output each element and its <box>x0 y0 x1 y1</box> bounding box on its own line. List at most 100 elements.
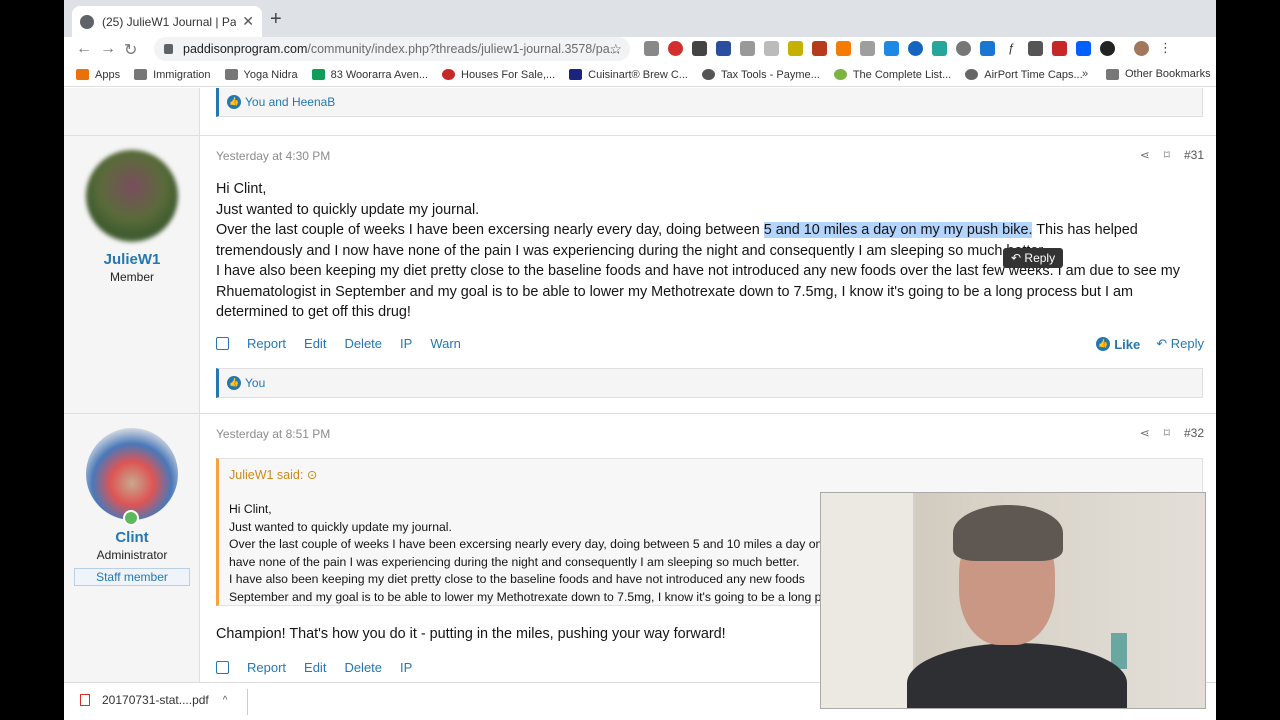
coffee-extension-icon[interactable] <box>812 41 827 56</box>
report-link[interactable]: Report <box>247 336 286 351</box>
thumbs-up-icon: 👍 <box>227 94 241 109</box>
apple-favicon-icon <box>965 69 979 80</box>
bookmark-icon[interactable]: ⌑ <box>1164 426 1170 440</box>
webcam-presenter <box>953 505 1063 561</box>
reply-tooltip[interactable]: ↶ Reply <box>1003 248 1064 268</box>
reply-button[interactable]: ↶ Reply <box>1156 336 1204 352</box>
houses-favicon-icon <box>442 69 456 80</box>
forward-arrow-icon[interactable]: → <box>100 40 116 58</box>
reload-icon[interactable]: ↻ <box>124 40 137 60</box>
post-actions: Report Edit Delete IP Warn <box>216 336 479 351</box>
download-item[interactable]: 20170731-stat....pdf ^ <box>80 693 227 707</box>
bookmark-woorarra[interactable]: 83 Woorarra Aven... <box>311 69 428 81</box>
extension-icons: ƒ ⋮ <box>644 41 1173 56</box>
bookmark-apps[interactable]: Apps <box>76 69 120 81</box>
bookmark-cuisinart[interactable]: Cuisinart® Brew C... <box>569 69 688 81</box>
webcam-presenter <box>907 643 1127 708</box>
close-tab-icon[interactable]: ✕ <box>242 13 254 30</box>
wing-extension-icon[interactable] <box>884 41 899 56</box>
avatar[interactable] <box>86 428 178 520</box>
delete-link[interactable]: Delete <box>344 660 382 675</box>
window-extension-icon[interactable] <box>692 41 707 56</box>
ip-link[interactable]: IP <box>400 336 412 351</box>
menu-kebab-icon[interactable]: ⋮ <box>1158 41 1173 56</box>
bookmark-icon[interactable]: ⌑ <box>1164 148 1170 162</box>
leaf-favicon-icon <box>833 69 847 80</box>
profile-avatar-icon[interactable] <box>1134 41 1149 56</box>
bookmark-immigration[interactable]: Immigration <box>134 69 211 81</box>
gear-extension-icon[interactable] <box>956 41 971 56</box>
bookmark-airport[interactable]: AirPort Time Caps... <box>965 69 1083 81</box>
user-panel <box>64 88 200 135</box>
four-extension-icon[interactable] <box>1052 41 1067 56</box>
new-tab-button[interactable]: + <box>270 8 282 31</box>
code-extension-icon[interactable] <box>860 41 875 56</box>
divider <box>247 689 248 715</box>
report-link[interactable]: Report <box>247 660 286 675</box>
select-checkbox[interactable] <box>216 337 229 350</box>
dropbox-extension-icon[interactable] <box>1076 41 1091 56</box>
share-icon[interactable]: ⋖ <box>1140 426 1150 440</box>
edit-link[interactable]: Edit <box>304 336 326 351</box>
tab-title: (25) JulieW1 Journal | Page 2 | <box>102 14 237 29</box>
previous-post: 👍 You and HeenaB <box>64 88 1216 135</box>
post-number[interactable]: #31 <box>1184 148 1204 162</box>
b-favicon-icon <box>569 69 583 80</box>
post-number[interactable]: #32 <box>1184 426 1204 440</box>
dark-extension-icon[interactable] <box>1100 41 1115 56</box>
bookmark-tax-tools[interactable]: Tax Tools - Payme... <box>701 69 820 81</box>
w-extension-icon[interactable] <box>1028 41 1043 56</box>
jump-up-icon[interactable]: ⊙ <box>307 468 317 482</box>
reply-arrow-icon: ↶ <box>1156 336 1168 351</box>
bookmark-houses[interactable]: Houses For Sale,... <box>442 69 555 81</box>
post-timestamp[interactable]: Yesterday at 4:30 PM <box>216 149 330 163</box>
post-tools: ⋖ ⌑ #31 <box>1140 148 1204 162</box>
warn-link[interactable]: Warn <box>430 336 461 351</box>
ip-link[interactable]: IP <box>400 660 412 675</box>
username[interactable]: JulieW1 <box>64 251 200 268</box>
quote-author[interactable]: JulieW1 said: ⊙ <box>229 467 317 482</box>
username[interactable]: Clint <box>64 529 200 546</box>
tab-bar: (25) JulieW1 Journal | Page 2 | ✕ + <box>64 0 1216 37</box>
selected-text: 5 and 10 miles a day on my my push bike. <box>763 222 1033 238</box>
like-button[interactable]: 👍 Like <box>1096 337 1140 352</box>
opera-extension-icon[interactable] <box>668 41 683 56</box>
thumbs-up-icon: 👍 <box>1096 337 1111 351</box>
screen-extension-icon[interactable] <box>764 41 779 56</box>
post-timestamp[interactable]: Yesterday at 8:51 PM <box>216 427 330 441</box>
flag-extension-icon[interactable] <box>980 41 995 56</box>
back-arrow-icon[interactable]: ← <box>76 40 92 58</box>
bird-extension-icon[interactable] <box>932 41 947 56</box>
reply-arrow-icon: ↶ <box>1011 251 1022 265</box>
likes-summary[interactable]: 👍 You and HeenaB <box>216 88 1203 117</box>
circle-extension-icon[interactable] <box>908 41 923 56</box>
bookmark-complete-list[interactable]: The Complete List... <box>833 69 951 81</box>
function-extension-icon[interactable]: ƒ <box>1004 41 1019 56</box>
bookmarks-overflow-chevron-icon[interactable]: » <box>1082 68 1088 80</box>
drive-extension-icon[interactable] <box>644 41 659 56</box>
m-favicon-icon <box>311 69 325 80</box>
avatar[interactable] <box>86 150 178 242</box>
delete-link[interactable]: Delete <box>344 336 382 351</box>
chevron-up-icon[interactable]: ^ <box>223 695 228 706</box>
user-panel: Clint Administrator Staff member <box>64 414 200 682</box>
folder-icon <box>1106 68 1119 80</box>
post-reactions: 👍 Like ↶ Reply <box>1096 336 1204 352</box>
tab-active[interactable]: (25) JulieW1 Journal | Page 2 | ✕ <box>72 6 262 37</box>
download-filename: 20170731-stat....pdf <box>102 693 209 707</box>
bookmark-star-icon[interactable]: ☆ <box>609 41 622 58</box>
keep-extension-icon[interactable] <box>788 41 803 56</box>
bookmark-yoga-nidra[interactable]: Yoga Nidra <box>224 69 298 81</box>
camera-extension-icon[interactable] <box>740 41 755 56</box>
tax-favicon-icon <box>701 69 715 80</box>
select-checkbox[interactable] <box>216 661 229 674</box>
address-bar[interactable]: paddisonprogram.com/community/index.php?… <box>154 37 630 61</box>
post-tools: ⋖ ⌑ #32 <box>1140 426 1204 440</box>
off-extension-icon[interactable] <box>836 41 851 56</box>
other-bookmarks[interactable]: Other Bookmarks <box>1106 68 1211 80</box>
screencast-extension-icon[interactable] <box>716 41 731 56</box>
url-path: /community/index.php?threads/juliew1-jou… <box>307 42 621 56</box>
share-icon[interactable]: ⋖ <box>1140 148 1150 162</box>
likes-summary[interactable]: 👍 You <box>216 368 1203 398</box>
edit-link[interactable]: Edit <box>304 660 326 675</box>
